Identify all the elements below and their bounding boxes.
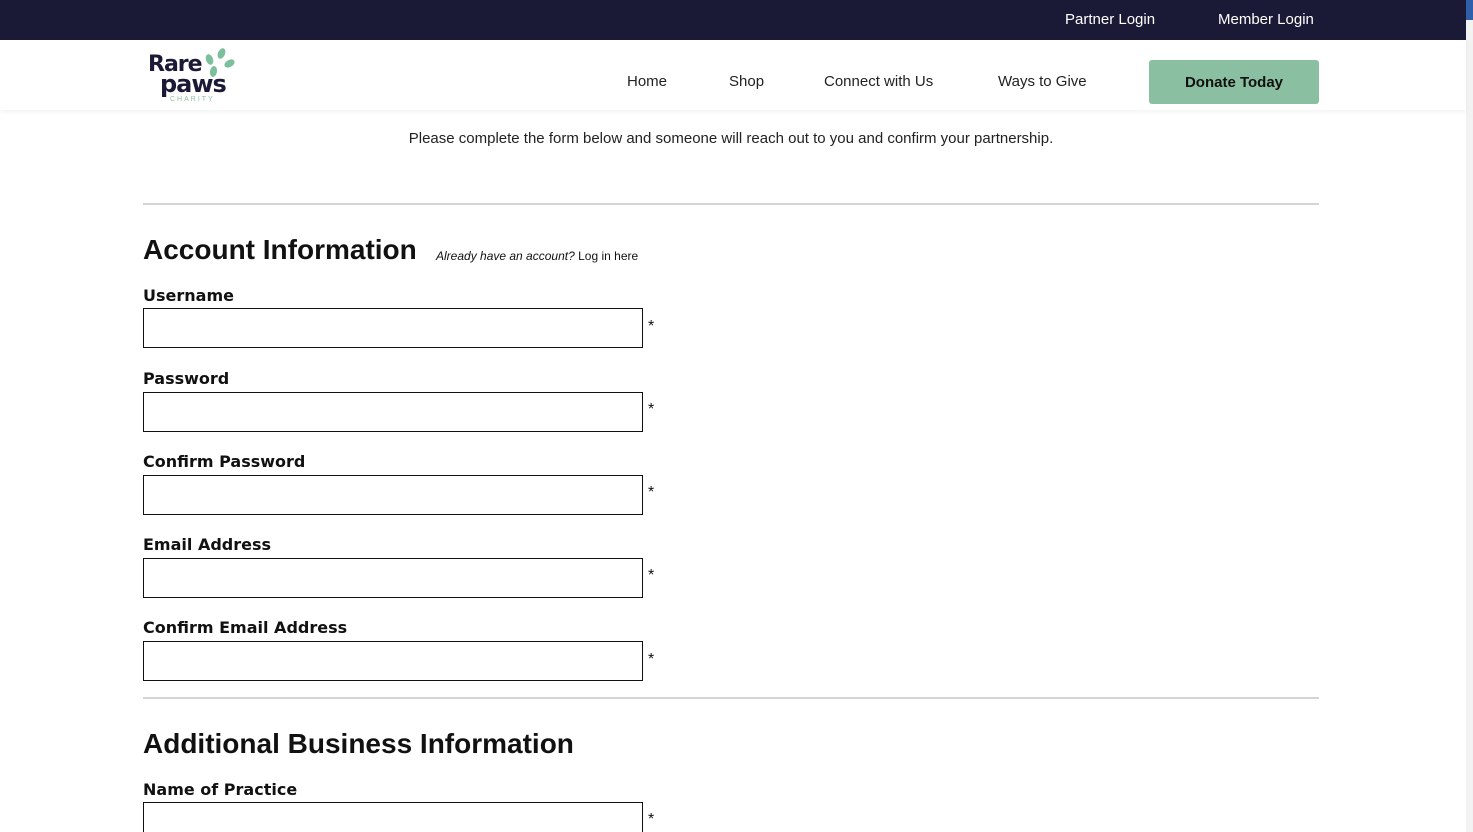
confirm-email-address-label: Confirm Email Address [143, 618, 348, 637]
confirm-password-label: Confirm Password [143, 452, 306, 471]
password-required-mark: * [648, 401, 655, 418]
section-divider [143, 697, 1319, 699]
confirm-password-input[interactable] [143, 475, 643, 515]
paw-leaf-icon [216, 47, 227, 60]
paw-leaf-icon [204, 53, 215, 66]
site-header: Rare paws CHARITY Home Shop Connect with… [0, 40, 1466, 110]
nav-shop[interactable]: Shop [729, 73, 764, 90]
username-label: Username [143, 286, 234, 305]
username-required-mark: * [648, 318, 655, 335]
additional-business-information-heading: Additional Business Information [143, 728, 574, 759]
section-divider [143, 203, 1319, 205]
email-address-required-mark: * [648, 567, 655, 584]
password-label: Password [143, 369, 230, 388]
name-of-practice-input[interactable] [143, 802, 643, 832]
page-scrollbar[interactable] [1466, 0, 1473, 832]
username-input[interactable] [143, 308, 643, 348]
confirm-email-address-input[interactable] [143, 641, 643, 681]
nav-connect-with-us[interactable]: Connect with Us [824, 73, 933, 90]
top-utility-bar: Partner Login Member Login [0, 0, 1466, 40]
already-have-account: Already have an account? Log in here [436, 249, 638, 263]
paw-leaf-icon [222, 57, 237, 70]
scrollbar-thumb[interactable] [1466, 0, 1473, 20]
account-information-heading: Account Information [143, 234, 417, 265]
confirm-email-address-required-mark: * [648, 651, 655, 668]
log-in-here-link[interactable]: Log in here [578, 249, 638, 263]
logo-text-charity: CHARITY [170, 96, 215, 103]
intro-text: Please complete the form below and someo… [408, 130, 1054, 147]
email-address-input[interactable] [143, 558, 643, 598]
nav-home[interactable]: Home [627, 73, 667, 90]
email-address-label: Email Address [143, 535, 272, 554]
partner-login-link[interactable]: Partner Login [1065, 11, 1155, 28]
name-of-practice-required-mark: * [648, 811, 655, 828]
donate-today-button[interactable]: Donate Today [1149, 60, 1319, 104]
logo-text-paws: paws [160, 70, 227, 98]
rare-paws-logo[interactable]: Rare paws CHARITY [148, 46, 244, 106]
nav-ways-to-give[interactable]: Ways to Give [998, 73, 1087, 90]
name-of-practice-label: Name of Practice [143, 780, 298, 799]
password-input[interactable] [143, 392, 643, 432]
member-login-link[interactable]: Member Login [1218, 11, 1314, 28]
confirm-password-required-mark: * [648, 484, 655, 501]
already-have-account-text: Already have an account? [436, 249, 575, 263]
